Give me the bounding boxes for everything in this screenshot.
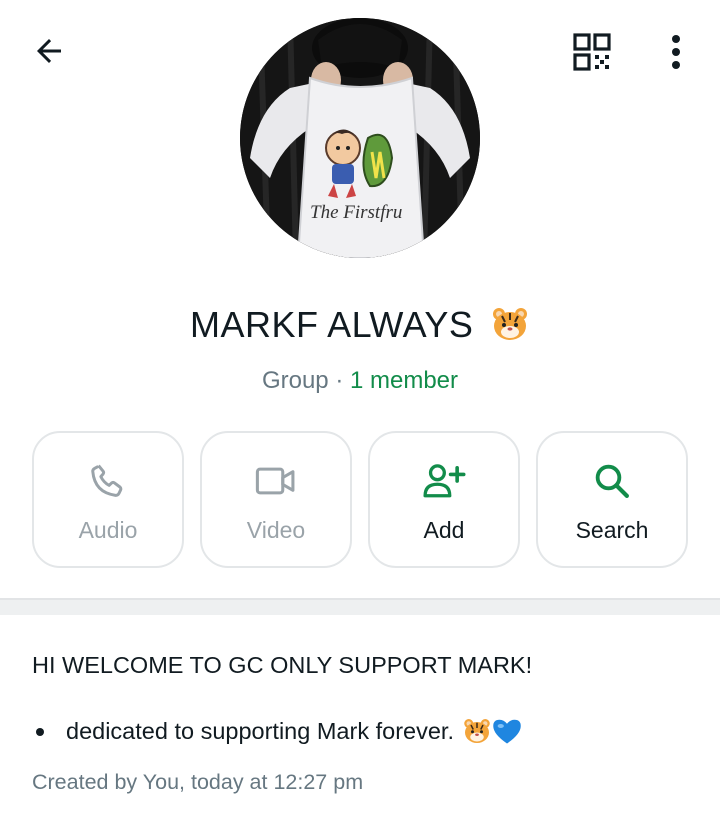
group-avatar[interactable]: The Firstfru	[240, 18, 480, 258]
add-label: Add	[423, 517, 465, 543]
group-name: MARKF ALWAYS	[190, 304, 474, 345]
add-person-icon	[423, 464, 466, 498]
add-participant-button[interactable]: Add	[368, 431, 520, 568]
qr-code-button[interactable]	[570, 30, 614, 74]
created-by-text: Created by You, today at 12:27 pm	[32, 770, 364, 794]
video-call-button[interactable]: Video	[200, 431, 352, 568]
phone-icon	[91, 464, 123, 497]
qr-code-icon	[573, 33, 611, 71]
arrow-left-icon	[37, 39, 61, 63]
group-meta: Group · 1 member	[0, 367, 720, 395]
search-button[interactable]: Search	[536, 431, 688, 568]
audio-call-button[interactable]: Audio	[32, 431, 184, 568]
search-label: Search	[575, 517, 649, 543]
tiger-face-icon	[464, 719, 490, 743]
action-buttons: Audio Video Add Search	[32, 431, 688, 568]
group-type-label: Group	[261, 367, 329, 394]
group-name-row[interactable]: MARKF ALWAYS	[0, 304, 720, 346]
bullet-text: dedicated to supporting Mark forever.	[66, 717, 454, 744]
audio-label: Audio	[78, 517, 138, 543]
group-description-heading: HI WELCOME TO GC ONLY SUPPORT MARK!	[32, 652, 533, 678]
video-camera-icon	[255, 467, 295, 495]
group-description-bullet: dedicated to supporting Mark forever.	[36, 716, 696, 746]
blue-heart-icon	[493, 719, 521, 744]
tiger-face-icon	[492, 308, 527, 341]
members-link[interactable]: 1 member	[350, 367, 458, 394]
video-label: Video	[246, 517, 306, 543]
avatar-photo: The Firstfru	[240, 18, 480, 258]
search-icon	[595, 464, 629, 498]
section-divider	[0, 598, 720, 615]
shirt-print-text: The Firstfru	[310, 202, 402, 223]
more-vert-icon	[672, 35, 680, 69]
bullet-icon	[36, 728, 44, 736]
more-options-button[interactable]	[658, 30, 694, 74]
back-button[interactable]	[28, 30, 70, 72]
meta-separator: ·	[328, 367, 350, 394]
